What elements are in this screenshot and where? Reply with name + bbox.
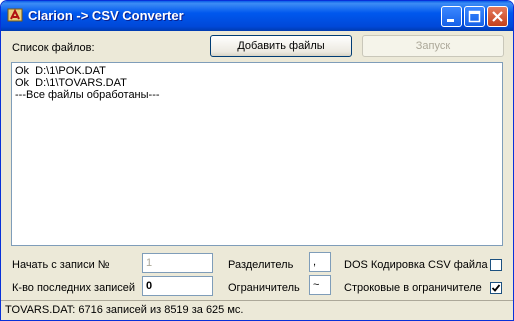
window-title: Clarion -> CSV Converter [28,8,184,23]
list-item: Ok D:\1\TOVARS.DAT [15,77,127,89]
file-list[interactable]: Ok D:\1\POK.DAT Ok D:\1\TOVARS.DAT ---Вс… [11,62,503,246]
minimize-icon [447,19,454,22]
start-record-label: Начать с записи № [12,259,110,271]
delimiter-label: Ограничитель [228,282,300,294]
close-icon [492,11,503,22]
start-button[interactable]: Запуск [362,35,504,57]
string-delimiter-checkbox[interactable] [490,282,502,294]
delimiter-field[interactable]: ~ [309,275,331,295]
dos-encoding-checkbox[interactable] [490,259,502,271]
app-icon [7,8,23,22]
maximize-icon [468,10,481,23]
last-records-field[interactable]: 0 [142,276,213,296]
main-window: Clarion -> CSV Converter Список файлов: … [0,0,514,321]
add-files-button[interactable]: Добавить файлы [210,35,352,57]
minimize-button[interactable] [441,6,462,27]
separator-field[interactable]: , [309,252,331,272]
close-button[interactable] [487,6,508,27]
dos-encoding-label: DOS Кодировка CSV файла [344,259,488,271]
separator-label: Разделитель [228,259,294,271]
file-list-label: Список файлов: [12,42,95,54]
status-bar: TOVARS.DAT: 6716 записей из 8519 за 625 … [1,300,513,320]
list-item: ---Все файлы обработаны--- [15,89,160,101]
last-records-label: К-во последних записей [12,282,136,294]
title-bar[interactable]: Clarion -> CSV Converter [1,1,513,31]
string-delimiter-label: Строковые в ограничителе [344,282,482,294]
maximize-button[interactable] [464,6,485,27]
list-item: Ok D:\1\POK.DAT [15,65,106,77]
checkmark-icon [491,284,501,292]
start-record-field[interactable]: 1 [142,253,213,273]
